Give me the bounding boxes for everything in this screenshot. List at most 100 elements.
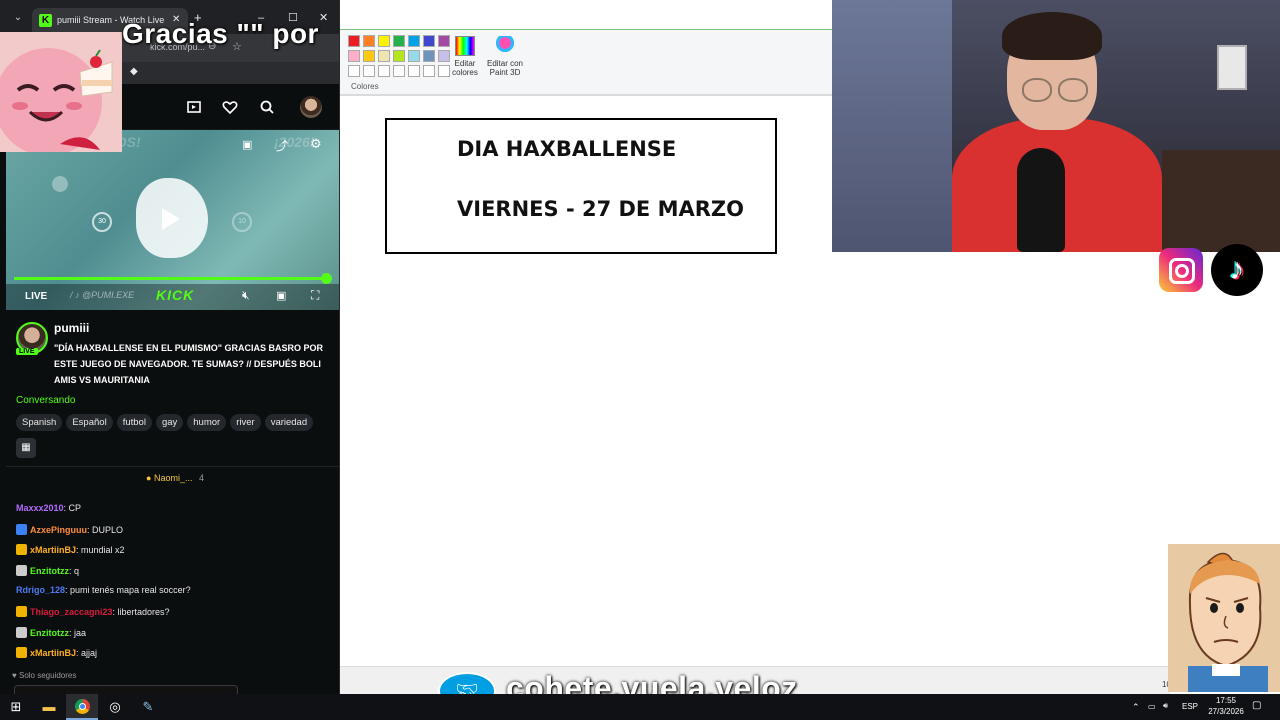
user-badge-icon (16, 606, 27, 617)
search-icon[interactable] (259, 99, 275, 115)
clock-date[interactable]: 27/3/2026 (1204, 707, 1248, 717)
edit-paint3d-button[interactable]: Editar con Paint 3D (483, 36, 527, 77)
color-swatch[interactable] (408, 50, 420, 62)
chat-input[interactable] (14, 685, 238, 694)
color-swatch[interactable] (408, 35, 420, 47)
user-badge-icon (16, 564, 27, 576)
color-swatch[interactable] (363, 50, 375, 62)
chat-username[interactable]: Maxxx2010 (16, 503, 64, 513)
fullscreen-icon[interactable]: ⛶ (311, 288, 319, 303)
chat-username[interactable]: Enzitotzz (30, 628, 69, 638)
pinned-user: Naomi_... (153, 473, 193, 483)
settings-gear-icon[interactable]: ⚙ (310, 136, 322, 152)
obs-icon[interactable]: ◎ (99, 694, 131, 720)
live-label: LIVE (25, 291, 48, 302)
stream-tag[interactable]: river (230, 414, 261, 431)
color-swatch[interactable] (378, 35, 390, 47)
mute-icon[interactable]: 🔇︎ (242, 288, 250, 303)
rewind-icon[interactable]: 30 (92, 212, 112, 232)
clip-icon[interactable]: ▣ (242, 138, 252, 151)
chat-message: AzxePinguuu: DUPLO (16, 523, 123, 535)
drawing-line-1: DIA HAXBALLENSE (457, 137, 677, 161)
chat-username[interactable]: Rdrigo_128 (16, 585, 65, 595)
tray-chevron-icon[interactable]: ⌃ (1132, 702, 1140, 712)
chat-text: : ajjaj (76, 648, 98, 659)
stream-info: LIVE pumiii "DÍA HAXBALLENSE EN EL PUMIS… (6, 314, 339, 464)
play-icon[interactable] (162, 208, 180, 230)
taskbar: ⊞ ▬ ◎ ✎ ⌃ ▭ 🔊︎ ESP 17:55 27/3/2026 ▢ (0, 694, 1280, 720)
stream-category[interactable]: Conversando (16, 395, 75, 406)
progress-knob[interactable] (321, 273, 332, 284)
chat-username[interactable]: Enzitotzz (30, 566, 69, 576)
volume-icon[interactable]: 🔊︎ (1163, 701, 1168, 711)
stream-tag[interactable]: humor (187, 414, 227, 431)
streamer-name[interactable]: pumiii (54, 321, 89, 335)
color-swatch[interactable] (363, 65, 375, 77)
video-player[interactable]: AMOS! ¡2026! ▣ ⤴ ⚙ 30 10 LIVE / ♪ @PUMI.… (6, 130, 339, 310)
stream-tag[interactable]: gay (155, 414, 184, 431)
language-indicator[interactable]: ESP (1182, 702, 1198, 712)
extension-icon[interactable]: ◆ (130, 66, 138, 77)
close-window-button[interactable]: ✕ (319, 12, 328, 24)
edit-colors-button[interactable]: Editar colores (443, 36, 487, 77)
chat-username[interactable]: xMartiinBJ (30, 545, 76, 555)
pinned-gifter[interactable]: ● Naomi_... 4 (146, 473, 204, 483)
paint-ribbon: Colores Editar colores Editar con Paint … (340, 0, 832, 96)
microphone (1017, 148, 1065, 252)
chat-username[interactable]: Thiago_zaccagni23 (30, 607, 113, 617)
stream-title: "DÍA HAXBALLENSE EN EL PUMISMO" GRACIAS … (54, 343, 324, 385)
file-explorer-icon[interactable]: ▬ (33, 694, 65, 720)
share-icon[interactable]: ⤴ (276, 137, 288, 154)
pip-icon[interactable]: ▣ (276, 289, 286, 302)
color-swatch[interactable] (348, 50, 360, 62)
chrome-icon[interactable] (66, 694, 98, 720)
color-swatch[interactable] (348, 65, 360, 77)
stream-tag[interactable]: futbol (116, 414, 152, 431)
tab-search-chevron-icon[interactable]: ⌄ (10, 11, 26, 25)
chat-text: : q (69, 565, 80, 576)
pinned-count: 4 (198, 473, 204, 483)
followers-only-text: Solo seguidores (18, 671, 77, 680)
stream-tag[interactable]: Spanish (16, 414, 63, 431)
heart-icon[interactable] (222, 99, 238, 115)
chat-message: xMartiinBJ: ajjaj (16, 647, 98, 659)
progress-bar[interactable] (14, 277, 328, 280)
color-swatch[interactable] (408, 65, 420, 77)
desktop: Colores Editar colores Editar con Paint … (0, 0, 1280, 720)
color-swatch[interactable] (378, 50, 390, 62)
gift-icon[interactable]: ▦ (16, 438, 36, 458)
color-swatch[interactable] (393, 35, 405, 47)
user-badge-icon (16, 523, 27, 535)
start-windows-icon[interactable]: ⊞ (0, 694, 32, 720)
socials-text: / ♪ @PUMI.EXE (70, 290, 135, 300)
stream-tag[interactable]: variedad (264, 414, 314, 431)
clips-icon[interactable] (186, 99, 202, 115)
color-swatch[interactable] (348, 35, 360, 47)
tag-list: Spanish Español futbol gay humor river varieda… (16, 412, 339, 431)
clock-time[interactable]: 17:55 (1206, 696, 1246, 706)
edit-paint3d-label: Editar con Paint 3D (486, 59, 524, 77)
drawing-line-2: VIERNES - 27 DE MARZO (457, 197, 744, 221)
forward-icon[interactable]: 10 (232, 212, 252, 232)
tintin-cam (1168, 544, 1280, 692)
paint-app-icon[interactable]: ✎ (132, 694, 164, 720)
color-swatch[interactable] (423, 65, 435, 77)
user-avatar[interactable] (300, 96, 322, 118)
color-swatch[interactable] (378, 65, 390, 77)
chat-username[interactable]: AzxePinguuu (30, 525, 87, 535)
color-swatch[interactable] (423, 50, 435, 62)
chat-username[interactable]: xMartiinBJ (30, 648, 76, 658)
color-swatch[interactable] (363, 35, 375, 47)
overlay-gracias-text: Gracias "" por (122, 18, 319, 49)
user-badge-icon (16, 544, 27, 556)
chat-message: Thiago_zaccagni23: libertadores? (16, 606, 170, 617)
color-swatch[interactable] (393, 65, 405, 77)
chat-text: : jaa (69, 627, 87, 638)
stream-tag[interactable]: Español (66, 414, 113, 431)
network-icon[interactable]: ▭ (1148, 702, 1156, 712)
notifications-icon[interactable]: ▢ (1252, 701, 1261, 711)
color-swatch[interactable] (423, 35, 435, 47)
color-swatch[interactable] (393, 50, 405, 62)
drawing-textbox[interactable]: DIA HAXBALLENSE VIERNES - 27 DE MARZO (385, 118, 777, 254)
chat-text: : libertadores? (112, 607, 170, 617)
